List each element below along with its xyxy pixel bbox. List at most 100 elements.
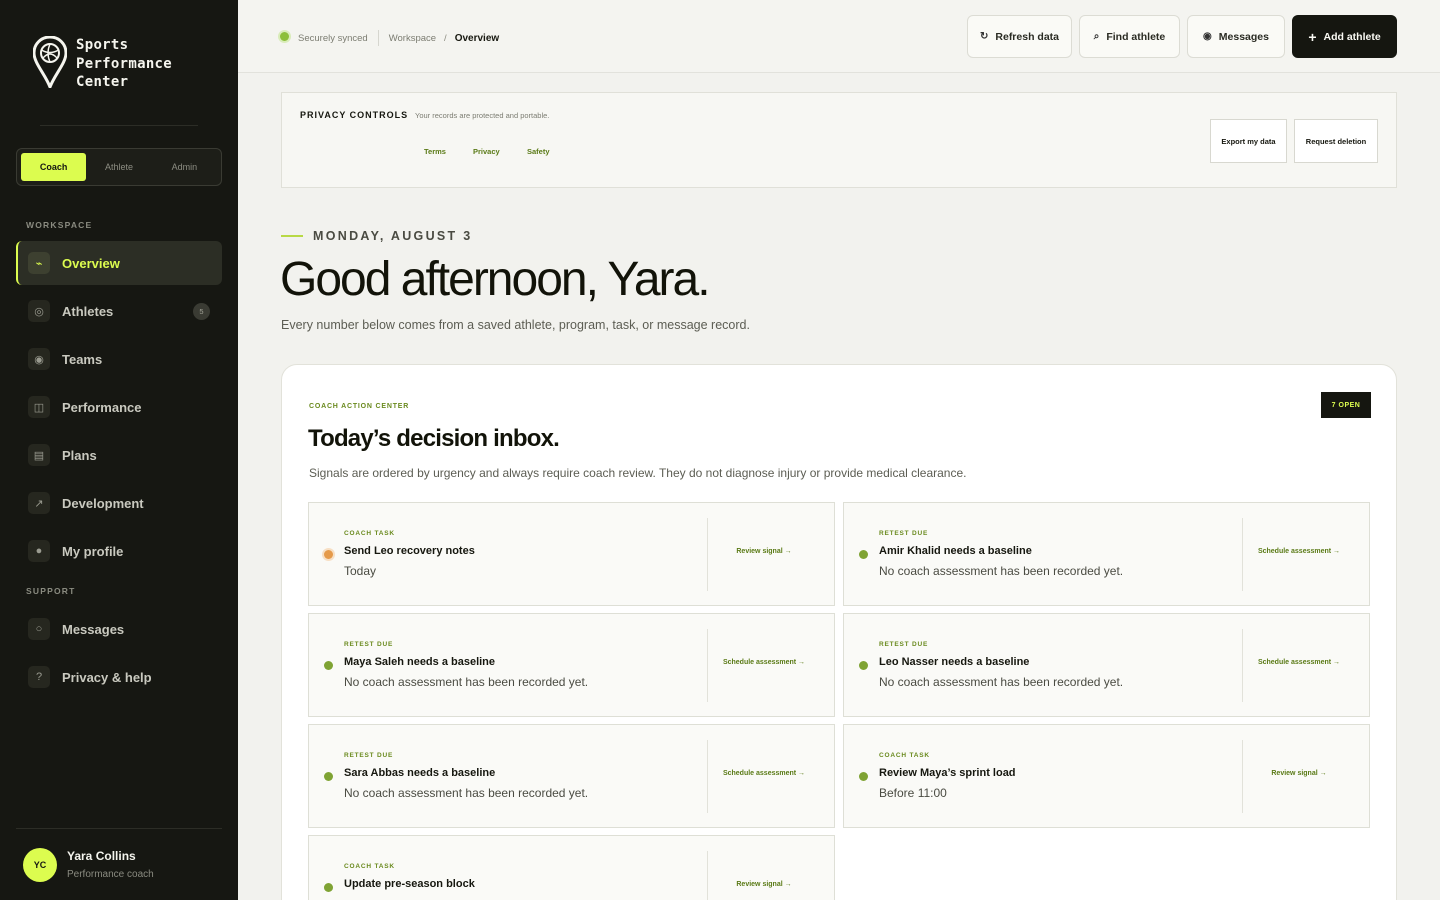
signal-kind: COACH TASK: [344, 530, 395, 537]
find-athlete-button[interactable]: ⌕ Find athlete: [1079, 15, 1180, 58]
schedule-assessment-link[interactable]: Schedule assessment →: [708, 659, 820, 666]
sidebar-item-label: Athletes: [62, 303, 114, 319]
brand-line-3: Center: [76, 74, 129, 90]
card-title: Today’s decision inbox.: [308, 425, 560, 452]
brand-logo[interactable]: Sports Performance Center: [33, 36, 172, 92]
sidebar-item-label: Overview: [62, 255, 120, 271]
signal-title: Review Maya’s sprint load: [879, 767, 1016, 779]
sidebar-item-label: My profile: [62, 543, 124, 559]
trend-arrow-icon: ↗: [28, 492, 50, 514]
support-section-label: SUPPORT: [26, 586, 76, 596]
review-signal-link[interactable]: Review signal →: [1243, 770, 1355, 777]
review-signal-link[interactable]: Review signal →: [708, 881, 820, 888]
role-athlete[interactable]: Athlete: [86, 153, 151, 181]
brand-name: Sports Performance Center: [76, 36, 172, 92]
sidebar-item-development[interactable]: ↗ Development: [16, 481, 222, 525]
privacy-link[interactable]: Privacy: [473, 147, 500, 156]
columns-icon: ◫: [28, 396, 50, 418]
signal-detail: Before 11:00: [879, 786, 947, 800]
user-name: Yara Collins: [67, 849, 136, 863]
signal-kind: RETEST DUE: [879, 530, 929, 537]
brand-line-1: Sports: [76, 37, 129, 53]
basketball-pin-icon: [33, 36, 67, 88]
request-deletion-button[interactable]: Request deletion: [1294, 119, 1378, 163]
export-data-button[interactable]: Export my data: [1210, 119, 1287, 163]
message-ring-icon: ◉: [1203, 31, 1212, 42]
signal-card: COACH TASK Send Leo recovery notes Today…: [308, 502, 835, 606]
sidebar-item-teams[interactable]: ◉ Teams: [16, 337, 222, 381]
schedule-assessment-link[interactable]: Schedule assessment →: [1243, 548, 1355, 555]
find-athlete-label: Find athlete: [1106, 30, 1166, 43]
signal-card: COACH TASK Review Maya’s sprint load Bef…: [843, 724, 1370, 828]
coach-action-center: COACH ACTION CENTER Today’s decision inb…: [281, 364, 1397, 900]
athletes-count-badge: 5: [193, 302, 210, 320]
privacy-title: PRIVACY CONTROLS: [300, 110, 409, 120]
refresh-data-button[interactable]: ↻ Refresh data: [967, 15, 1072, 58]
privacy-controls-panel: PRIVACY CONTROLS Your records are protec…: [281, 92, 1397, 188]
sidebar-item-athletes[interactable]: ◎ Athletes 5: [16, 289, 222, 333]
signal-title: Sara Abbas needs a baseline: [344, 767, 496, 779]
safety-link[interactable]: Safety: [527, 147, 550, 156]
sidebar-item-label: Development: [62, 495, 144, 511]
sidebar-item-my-profile[interactable]: ● My profile: [16, 529, 222, 573]
current-date: MONDAY, AUGUST 3: [313, 229, 473, 243]
circle-icon: ○: [28, 618, 50, 640]
messages-button[interactable]: ◉ Messages: [1187, 15, 1285, 58]
role-coach[interactable]: Coach: [21, 153, 87, 181]
breadcrumb-current: Overview: [454, 32, 500, 44]
top-bar: Securely synced Workspace / Overview ↻ R…: [238, 0, 1440, 73]
signal-title: Maya Saleh needs a baseline: [344, 656, 496, 668]
signal-detail: No coach assessment has been recorded ye…: [879, 564, 1124, 578]
refresh-data-label: Refresh data: [995, 30, 1059, 43]
card-eyebrow: COACH ACTION CENTER: [309, 403, 410, 410]
refresh-icon: ↻: [980, 31, 989, 42]
pulse-icon: ⌁: [28, 252, 50, 274]
divider: [377, 30, 379, 46]
question-icon: ?: [28, 666, 50, 688]
sidebar-item-overview[interactable]: ⌁ Overview: [16, 241, 222, 285]
sidebar-item-performance[interactable]: ◫ Performance: [16, 385, 222, 429]
signal-kind: RETEST DUE: [344, 641, 394, 648]
sidebar-item-privacy-help[interactable]: ? Privacy & help: [16, 655, 222, 699]
breadcrumb-separator: /: [444, 32, 447, 44]
sidebar: Sports Performance Center Coach Athlete …: [0, 0, 238, 900]
add-athlete-button[interactable]: + Add athlete: [1292, 15, 1397, 58]
breadcrumb-workspace[interactable]: Workspace: [389, 33, 436, 44]
workspace-section-label: WORKSPACE: [26, 220, 93, 230]
signal-detail: No coach assessment has been recorded ye…: [344, 786, 589, 800]
user-role: Performance coach: [67, 869, 154, 880]
signal-card: RETEST DUE Maya Saleh needs a baseline N…: [308, 613, 835, 717]
sidebar-item-messages[interactable]: ○ Messages: [16, 607, 222, 651]
status-dot: [324, 883, 333, 892]
avatar[interactable]: YC: [23, 848, 57, 882]
page-subtitle: Every number below comes from a saved at…: [281, 318, 750, 332]
page-title: Good afternoon, Yara.: [280, 253, 711, 306]
brand-line-2: Performance: [76, 55, 173, 72]
status-dot: [324, 661, 333, 670]
status-dot: [324, 772, 333, 781]
role-switcher: Coach Athlete Admin: [16, 148, 222, 186]
review-signal-link[interactable]: Review signal →: [708, 548, 820, 555]
signal-detail: No coach assessment has been recorded ye…: [344, 675, 589, 689]
role-admin[interactable]: Admin: [152, 153, 217, 181]
sync-status-text: Securely synced: [298, 32, 368, 44]
signal-kind: COACH TASK: [344, 863, 395, 870]
dot-icon: ●: [28, 540, 50, 562]
sync-status-dot: [280, 32, 289, 41]
list-icon: ▤: [28, 444, 50, 466]
signal-title: Leo Nasser needs a baseline: [879, 656, 1030, 668]
schedule-assessment-link[interactable]: Schedule assessment →: [1243, 659, 1355, 666]
signal-kind: RETEST DUE: [879, 641, 929, 648]
signal-kind: RETEST DUE: [344, 752, 394, 759]
schedule-assessment-link[interactable]: Schedule assessment →: [708, 770, 820, 777]
terms-link[interactable]: Terms: [424, 147, 446, 156]
signal-title: Amir Khalid needs a baseline: [879, 545, 1032, 557]
card-subtitle: Signals are ordered by urgency and alway…: [309, 466, 967, 480]
add-athlete-label: Add athlete: [1323, 30, 1381, 43]
status-dot: [859, 661, 868, 670]
sidebar-item-plans[interactable]: ▤ Plans: [16, 433, 222, 477]
signal-card: COACH TASK Update pre-season block Revie…: [308, 835, 835, 900]
signal-title: Send Leo recovery notes: [344, 545, 475, 557]
sidebar-item-label: Plans: [62, 447, 97, 463]
divider: [40, 125, 198, 126]
